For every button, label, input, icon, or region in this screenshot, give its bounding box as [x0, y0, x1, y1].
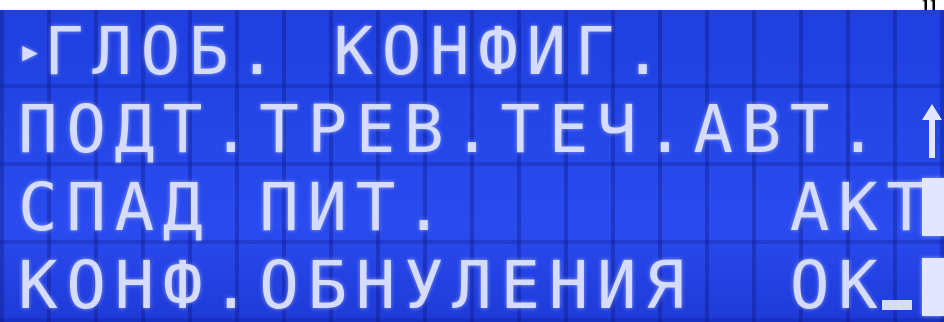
lcd-line-3-text: СПАД ПИТ. АКТИВ: [18, 168, 944, 246]
page: 11 ▸ ГЛОБ. КОНФИГ. ПОДТ.ТРЕВ.ТЕЧ.АВТ. СПА…: [0, 0, 944, 322]
lcd-line-2-text: ПОДТ.ТРЕВ.ТЕЧ.АВТ.: [18, 90, 887, 168]
scroll-block-icon: [922, 258, 944, 316]
lcd-display: ▸ ГЛОБ. КОНФИГ. ПОДТ.ТРЕВ.ТЕЧ.АВТ. СПАД П…: [0, 10, 944, 322]
selection-pointer-icon: ▸: [18, 28, 51, 74]
lcd-line-1[interactable]: ▸ ГЛОБ. КОНФИГ.: [18, 12, 672, 90]
lcd-line-3[interactable]: СПАД ПИТ. АКТИВ: [18, 168, 944, 246]
scroll-block-icon: [922, 178, 944, 236]
up-arrow-icon: [922, 104, 942, 158]
lcd-line-4[interactable]: КОНФ.ОБНУЛЕНИЯ ОК: [18, 246, 887, 322]
lcd-line-4-text: КОНФ.ОБНУЛЕНИЯ ОК: [18, 246, 887, 322]
lcd-line-2[interactable]: ПОДТ.ТРЕВ.ТЕЧ.АВТ.: [18, 90, 887, 168]
lcd-line-1-text: ГЛОБ. КОНФИГ.: [44, 12, 672, 90]
text-cursor: [882, 300, 912, 310]
